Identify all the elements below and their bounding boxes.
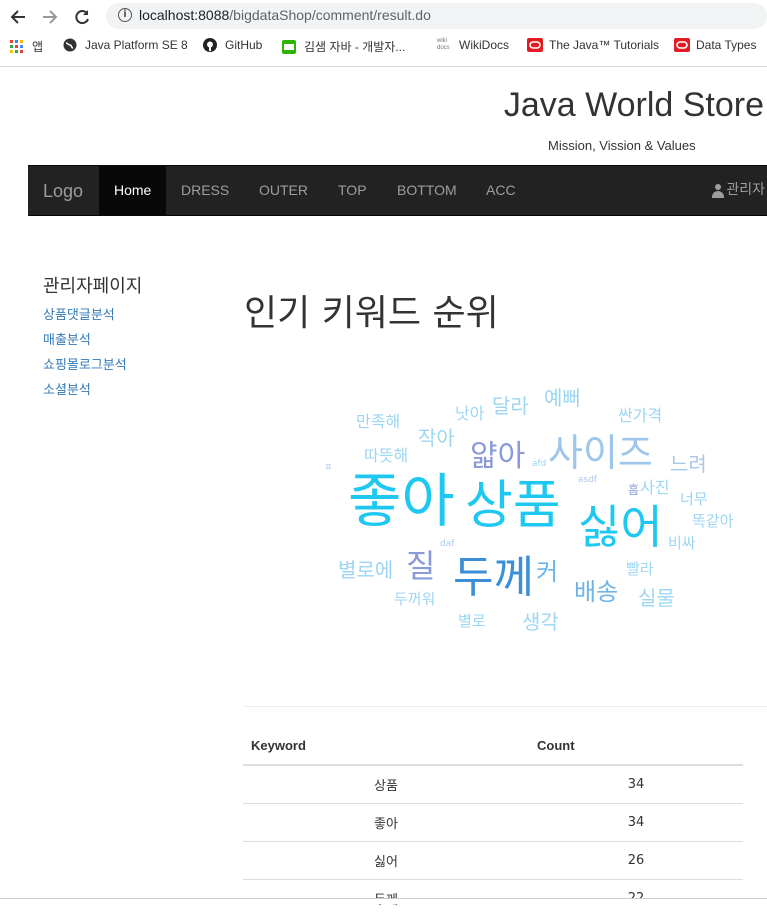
globe-icon — [63, 38, 77, 52]
oracle-icon — [674, 38, 688, 52]
nav-admin-link[interactable]: 관리자 — [712, 166, 765, 215]
column-header-keyword: Keyword — [243, 727, 529, 765]
oracle-icon — [527, 38, 541, 52]
table-row: 싫어 26 — [243, 842, 743, 880]
word-cloud-keyword: 작아 — [418, 428, 455, 448]
nav-item-acc[interactable]: ACC — [471, 166, 531, 215]
nav-item-dress[interactable]: DRESS — [166, 166, 244, 215]
word-cloud-keyword: 두꺼워 — [394, 592, 435, 607]
nav-item-top[interactable]: TOP — [323, 166, 382, 215]
bookmark-blog[interactable]: 김샘 자바 - 개발자... — [282, 38, 405, 55]
bookmark-label: GitHub — [225, 38, 262, 52]
word-cloud-keyword: afd — [532, 460, 546, 469]
word-cloud-keyword: 별로 — [458, 614, 486, 629]
bookmark-label: 앱 — [32, 38, 43, 55]
sidebar-link-comment-analysis[interactable]: 상품댓글분석 — [43, 304, 115, 323]
word-cloud-keyword: 배송 — [574, 580, 618, 604]
word-cloud-keyword: 흠 — [628, 484, 639, 496]
keyword-cell: 상품 — [243, 765, 529, 804]
count-cell: 34 — [529, 804, 743, 842]
keyword-table: Keyword Count 상품 34 좋아 34 싫어 26 두께 22 — [243, 727, 743, 917]
back-arrow-icon[interactable] — [7, 6, 29, 28]
bookmark-java-platform[interactable]: Java Platform SE 8 — [63, 38, 188, 52]
word-cloud-keyword: 좋아 — [348, 472, 455, 530]
word-cloud-keyword: 똑같아 — [692, 514, 733, 529]
bookmark-label: Data Types — [696, 38, 756, 52]
sidebar-link-social-analysis[interactable]: 소셜분석 — [43, 379, 91, 398]
word-cloud-keyword: 달라 — [492, 396, 529, 416]
table-row: 상품 34 — [243, 765, 743, 804]
browser-toolbar: i localhost:8088/bigdataShop/comment/res… — [0, 0, 767, 33]
user-icon — [712, 184, 724, 198]
word-cloud-keyword: 낫아 — [455, 406, 484, 422]
word-cloud-keyword: 너무 — [680, 492, 708, 507]
word-cloud-keyword: 느려 — [670, 454, 707, 474]
info-icon[interactable]: i — [118, 8, 132, 22]
word-cloud-keyword: 싼가격 — [618, 408, 662, 424]
site-brand: Java World Store — [504, 86, 764, 125]
page-title: 인기 키워드 순위 — [244, 284, 499, 336]
section-divider — [243, 706, 767, 707]
word-cloud-keyword: 실물 — [638, 588, 675, 608]
url-text[interactable]: localhost:8088/bigdataShop/comment/resul… — [139, 7, 431, 23]
word-cloud-keyword: 두께 — [453, 556, 534, 600]
sidebar-link-sales-analysis[interactable]: 매출분석 — [43, 329, 91, 348]
url-path: /bigdataShop/comment/result.do — [229, 7, 431, 23]
nav-item-bottom[interactable]: BOTTOM — [382, 166, 472, 215]
url-host: localhost:8088 — [139, 7, 229, 23]
wikidocs-icon: wikidocs — [437, 38, 451, 52]
keyword-word-cloud: 좋아상품 싫어두께 사이즈 얇아질배송 커실물 느려별로에생각 달라 예뻐작아 만족해 낫아 싼가격… — [310, 380, 750, 650]
bookmark-wikidocs[interactable]: wikidocs WikiDocs — [437, 38, 509, 52]
word-cloud-keyword: 상품 — [465, 480, 561, 532]
apps-grid-icon — [10, 40, 24, 54]
word-cloud-keyword: 싫어 — [578, 504, 663, 550]
bookmark-data-types[interactable]: Data Types — [674, 38, 756, 52]
word-cloud-keyword: 커 — [536, 560, 558, 584]
sidebar-title: 관리자페이지 — [43, 272, 142, 298]
nav-item-outer[interactable]: OUTER — [244, 166, 323, 215]
word-cloud-keyword: 사이즈 — [548, 434, 653, 472]
bookmark-label: The Java™ Tutorials — [549, 38, 659, 52]
site-tagline: Mission, Vission & Values — [548, 138, 696, 153]
forward-arrow-icon[interactable] — [39, 6, 61, 28]
bookmark-apps[interactable]: 앱 — [10, 38, 43, 55]
count-cell: 26 — [529, 842, 743, 880]
word-cloud-keyword: 생각 — [522, 612, 559, 632]
word-cloud-keyword: 얇아 — [470, 442, 525, 472]
blog-icon — [282, 40, 296, 54]
word-cloud-keyword: 별로에 — [338, 560, 393, 580]
bookmark-github[interactable]: GitHub — [203, 38, 262, 52]
word-cloud-keyword: 비싸 — [668, 536, 696, 551]
bookmarks-bar: 앱 Java Platform SE 8 GitHub 김샘 자바 - 개발자.… — [0, 33, 767, 60]
word-cloud-keyword: daf — [440, 540, 454, 549]
bookmark-label: 김샘 자바 - 개발자... — [304, 38, 405, 55]
word-cloud-keyword: 따뜻해 — [364, 448, 408, 464]
main-navbar: Logo Home DRESS OUTER TOP BOTTOM ACC 관리자 — [28, 165, 767, 216]
word-cloud-keyword: 예뻐 — [544, 388, 581, 408]
column-header-count: Count — [529, 727, 743, 765]
count-cell: 34 — [529, 765, 743, 804]
keyword-cell: 싫어 — [243, 842, 529, 880]
table-row: 좋아 34 — [243, 804, 743, 842]
word-cloud-keyword: 빨라 — [626, 562, 654, 577]
navbar-logo[interactable]: Logo — [43, 181, 83, 202]
window-bottom-edge — [0, 898, 767, 904]
sidebar-link-log-analysis[interactable]: 쇼핑몰로그분석 — [43, 354, 127, 373]
nav-admin-label: 관리자 — [726, 166, 765, 215]
nav-item-home[interactable]: Home — [99, 166, 166, 215]
bookmark-label: Java Platform SE 8 — [85, 38, 188, 52]
word-cloud-keyword: asdf — [578, 476, 597, 485]
word-cloud-keyword: ㅍ — [324, 464, 332, 473]
table-header-row: Keyword Count — [243, 727, 743, 765]
keyword-cell: 좋아 — [243, 804, 529, 842]
word-cloud-keyword: 질 — [406, 550, 435, 582]
github-icon — [203, 38, 217, 52]
bookmark-label: WikiDocs — [459, 38, 509, 52]
word-cloud-keyword: 사진 — [640, 480, 669, 496]
bookmark-java-tutorials[interactable]: The Java™ Tutorials — [527, 38, 659, 52]
word-cloud-keyword: 만족해 — [356, 414, 400, 430]
toolbar-divider — [0, 66, 767, 67]
reload-icon[interactable] — [71, 6, 93, 28]
